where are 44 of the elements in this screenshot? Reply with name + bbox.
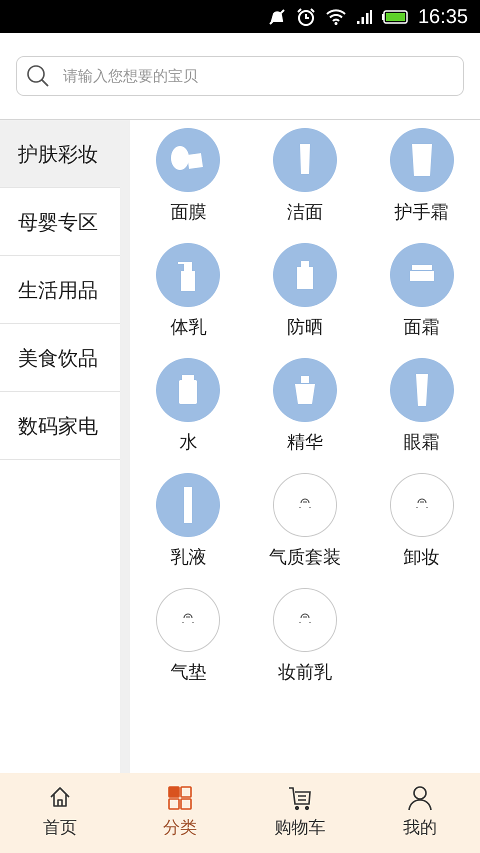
- product-icon: [156, 473, 220, 537]
- category-label[interactable]: 妆前乳: [278, 662, 332, 684]
- category-label[interactable]: 洁面: [286, 202, 323, 224]
- category-label[interactable]: 护手霜: [394, 202, 449, 224]
- tab[interactable]: 我的: [360, 773, 480, 853]
- category-label[interactable]: 面膜: [170, 202, 206, 224]
- placeholder-icon: [272, 588, 337, 652]
- sidebar-item[interactable]: 护肤彩妆: [0, 120, 120, 188]
- signal-icon: [356, 8, 372, 24]
- search-icon: [26, 64, 50, 88]
- category-label[interactable]: 气质套装: [268, 547, 341, 569]
- tab[interactable]: 分类: [120, 773, 240, 853]
- category-label[interactable]: 卸妆: [404, 547, 440, 569]
- category-label[interactable]: 眼霜: [404, 432, 440, 454]
- product-icon: [272, 128, 337, 192]
- grid-icon: [166, 784, 194, 812]
- category-label[interactable]: 防晒: [286, 317, 323, 339]
- battery-icon: [382, 10, 408, 24]
- placeholder-icon: [390, 473, 454, 537]
- category-label[interactable]: 水: [179, 432, 198, 454]
- product-icon: [272, 358, 337, 422]
- category-label[interactable]: 精华: [286, 432, 323, 454]
- category-label[interactable]: 气垫: [170, 662, 206, 684]
- clock: 16:35: [418, 4, 468, 30]
- product-icon: [390, 243, 454, 307]
- wifi-icon: [326, 8, 346, 24]
- category-label[interactable]: 面霜: [404, 317, 440, 339]
- tab[interactable]: 首页: [0, 773, 120, 853]
- mute-icon: [268, 8, 286, 26]
- product-icon: [156, 358, 220, 422]
- search-field[interactable]: 请输入您想要的宝贝: [16, 56, 464, 96]
- product-icon: [390, 128, 454, 192]
- category-label[interactable]: 体乳: [170, 317, 206, 339]
- product-icon: [156, 243, 220, 307]
- category-label[interactable]: 乳液: [170, 547, 206, 569]
- product-icon: [156, 128, 220, 192]
- product-icon: [390, 358, 454, 422]
- product-icon: [272, 243, 337, 307]
- cart-icon: [286, 784, 314, 812]
- person-icon: [406, 784, 434, 812]
- alarm-icon: [296, 6, 316, 26]
- tab[interactable]: 购物车: [240, 773, 360, 853]
- placeholder-icon: [272, 473, 337, 537]
- placeholder-icon: [156, 588, 220, 652]
